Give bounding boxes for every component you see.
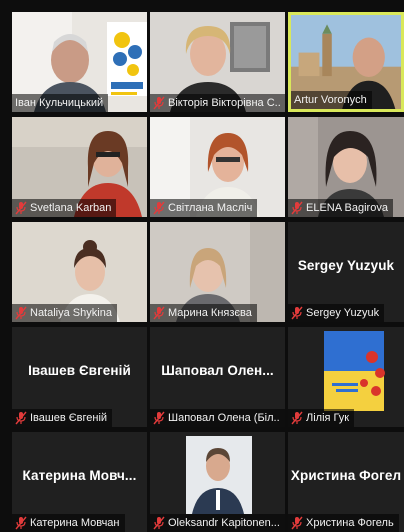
participant-name: Івашев Євгеній [30, 412, 108, 424]
participant-tile[interactable]: Вікторія Вікторівна С... [150, 12, 285, 112]
participant-name-label: Svetlana Karban [12, 199, 117, 217]
video-grid: Іван Кульчицький Вікторія Вікторівна С..… [0, 0, 404, 532]
muted-mic-icon [15, 306, 27, 320]
muted-mic-icon [15, 201, 27, 215]
participant-name: Вікторія Вікторівна С... [168, 97, 280, 109]
participant-name: ELENA Bagirova [306, 202, 388, 214]
muted-mic-icon [153, 306, 165, 320]
participant-tile[interactable]: Шаповал Олен... Шаповал Олена (Біл... [150, 327, 285, 427]
muted-mic-icon [153, 411, 165, 425]
participant-tile[interactable]: ELENA Bagirova [288, 117, 404, 217]
participant-tile[interactable]: Івашев Євгеній Івашев Євгеній [12, 327, 147, 427]
participant-name: Христина Фогель [306, 517, 394, 529]
participant-tile[interactable]: Христина Фогел Христина Фогель [288, 432, 404, 532]
participant-tile[interactable]: Катерина Мовч... Катерина Мовчан [12, 432, 147, 532]
participant-tile[interactable]: Nataliya Shykina [12, 222, 147, 322]
participant-name: Катерина Мовчан [30, 517, 120, 529]
participant-name: Artur Voronych [294, 94, 367, 106]
participant-name-label: Oleksandr Kapitonen... [150, 514, 285, 532]
participant-name-label: Іван Кульчицький [12, 94, 109, 112]
participant-tile[interactable]: Artur Voronych [288, 12, 404, 112]
muted-mic-icon [153, 201, 165, 215]
participant-name-label: Вікторія Вікторівна С... [150, 94, 285, 112]
participant-name: Марина Князєва [168, 307, 252, 319]
participant-name-label: Катерина Мовчан [12, 514, 125, 532]
muted-mic-icon [153, 516, 165, 530]
muted-mic-icon [15, 516, 27, 530]
muted-mic-icon [291, 411, 303, 425]
participant-name: Svetlana Karban [30, 202, 112, 214]
participant-name-label: Nataliya Shykina [12, 304, 117, 322]
participant-tile[interactable]: Лілія Гук [288, 327, 404, 427]
participant-name-label: Світлана Масліч [150, 199, 258, 217]
participant-name: Sergey Yuzyuk [306, 307, 380, 319]
muted-mic-icon [153, 96, 165, 110]
participant-name-label: Sergey Yuzyuk [288, 304, 385, 322]
participant-tile[interactable]: Sergey Yuzyuk Sergey Yuzyuk [288, 222, 404, 322]
participant-tile[interactable]: Oleksandr Kapitonen... [150, 432, 285, 532]
participant-tile[interactable]: Світлана Масліч [150, 117, 285, 217]
participant-name: Світлана Масліч [168, 202, 253, 214]
participant-name: Лілія Гук [306, 412, 350, 424]
participant-name-label: Шаповал Олена (Біл... [150, 409, 285, 427]
participant-tile[interactable]: Svetlana Karban [12, 117, 147, 217]
participant-name: Іван Кульчицький [15, 97, 104, 109]
participant-name-label: Artur Voronych [291, 91, 372, 109]
participant-tile[interactable]: Марина Князєва [150, 222, 285, 322]
participant-name: Oleksandr Kapitonen... [168, 517, 280, 529]
participant-name-label: Івашев Євгеній [12, 409, 113, 427]
muted-mic-icon [15, 411, 27, 425]
participant-name: Nataliya Shykina [30, 307, 112, 319]
participant-name: Шаповал Олена (Біл... [168, 412, 280, 424]
participant-tile[interactable]: Іван Кульчицький [12, 12, 147, 112]
participant-name-label: Марина Князєва [150, 304, 257, 322]
participant-name-label: ELENA Bagirova [288, 199, 393, 217]
muted-mic-icon [291, 516, 303, 530]
participant-name-label: Лілія Гук [288, 409, 355, 427]
muted-mic-icon [291, 306, 303, 320]
participant-name-label: Христина Фогель [288, 514, 399, 532]
muted-mic-icon [291, 201, 303, 215]
